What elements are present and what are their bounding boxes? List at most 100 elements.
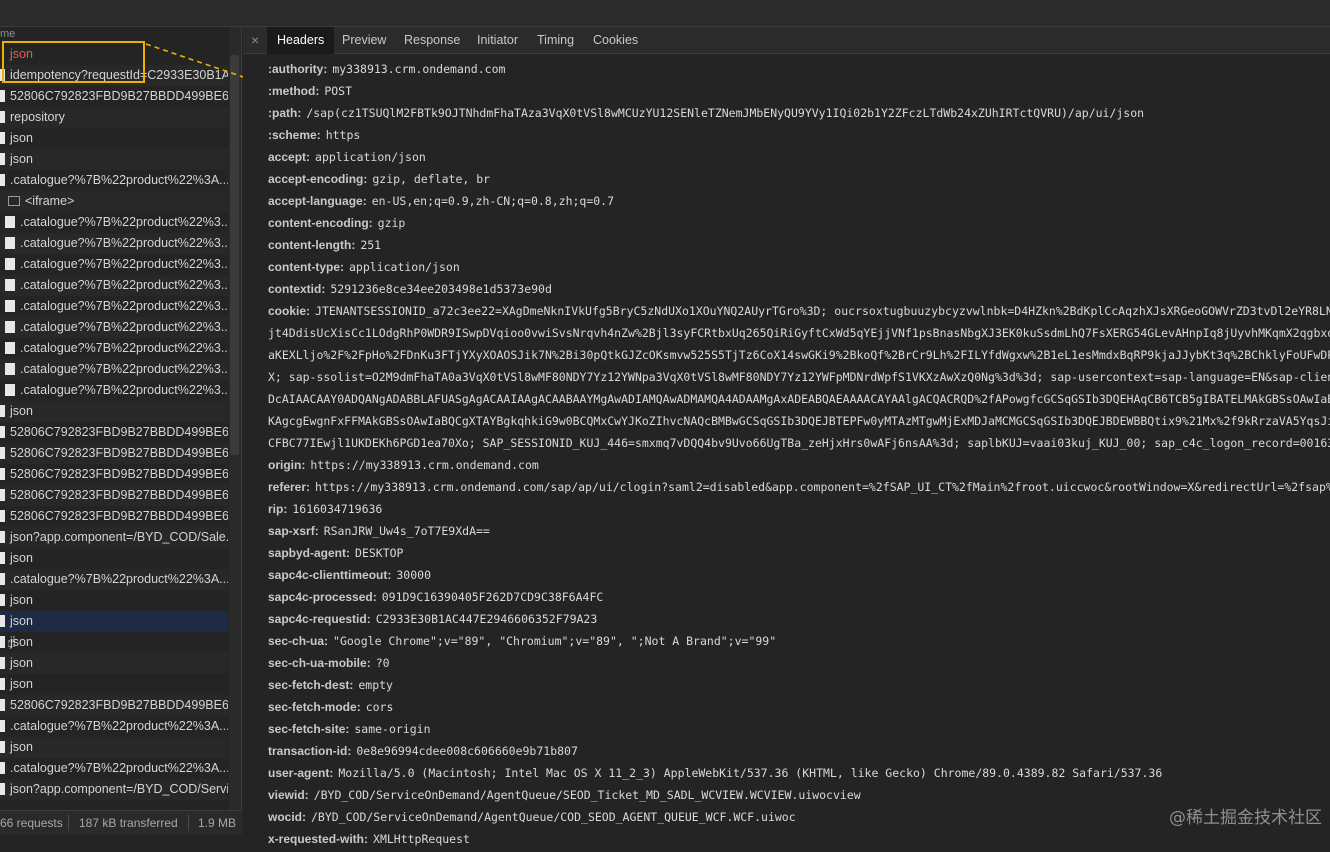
request-row[interactable]: .catalogue?%7B%22product%22%3... xyxy=(0,380,228,401)
header-row: DcAIAACAAY0ADQANgADABBLAFUASgAgACAAIAAgA… xyxy=(268,390,1330,412)
request-row[interactable]: .catalogue?%7B%22product%22%3... xyxy=(0,338,228,359)
header-row: sec-fetch-mode:cors xyxy=(268,698,1330,720)
request-name: json xyxy=(10,656,33,670)
request-row[interactable]: .catalogue?%7B%22product%22%3A... xyxy=(0,170,228,191)
file-icon xyxy=(5,342,15,354)
header-value: JTENANTSESSIONID_a72c3ee22=XAgDmeNknIVkU… xyxy=(315,304,1330,318)
header-row: :path:/sap(cz1TSUQlM2FBTk9OJTNhdmFhaTAza… xyxy=(268,104,1330,126)
request-name: .catalogue?%7B%22product%22%3A... xyxy=(10,173,228,187)
request-row[interactable]: json xyxy=(0,590,228,611)
request-name: 52806C792823FBD9B27BBDD499BE6... xyxy=(10,509,228,523)
header-key: sap-xsrf: xyxy=(268,524,319,538)
hand-cursor-icon: ☝ xyxy=(7,633,16,651)
request-row[interactable]: 52806C792823FBD9B27BBDD499BE6... xyxy=(0,485,228,506)
header-value: application/json xyxy=(349,260,460,274)
request-list-scroll-thumb[interactable] xyxy=(230,55,239,455)
header-row: contextid:5291236e8ce34ee203498e1d5373e9… xyxy=(268,280,1330,302)
request-row[interactable]: .catalogue?%7B%22product%22%3... xyxy=(0,296,228,317)
request-row[interactable]: json xyxy=(0,548,228,569)
header-value: my338913.crm.ondemand.com xyxy=(332,62,505,76)
request-row[interactable]: json xyxy=(0,401,228,422)
request-row[interactable]: json xyxy=(0,149,228,170)
header-value: gzip xyxy=(378,216,406,230)
request-row[interactable]: json xyxy=(0,674,228,695)
file-icon xyxy=(0,531,5,543)
request-row[interactable]: 52806C792823FBD9B27BBDD499BE6... xyxy=(0,464,228,485)
request-row[interactable]: .catalogue?%7B%22product%22%3... xyxy=(0,254,228,275)
header-key: cookie: xyxy=(268,304,310,318)
request-row[interactable]: 52806C792823FBD9B27BBDD499BE6... xyxy=(0,695,228,716)
header-key: :authority: xyxy=(268,62,327,76)
request-row[interactable]: <iframe> xyxy=(0,191,228,212)
header-row: aKEXLljo%2F%2FpHo%2FDnKu3FTjYXyXOAOSJik7… xyxy=(268,346,1330,368)
status-divider xyxy=(68,815,69,831)
request-row[interactable]: json xyxy=(0,128,228,149)
devtools-top-bar xyxy=(0,0,1330,27)
header-row: accept-encoding:gzip, deflate, br xyxy=(268,170,1330,192)
watermark: @稀土掘金技术社区 xyxy=(1169,803,1322,828)
header-row: sapc4c-processed:091D9C16390405F262D7CD9… xyxy=(268,588,1330,610)
header-key: content-type: xyxy=(268,260,344,274)
request-row[interactable]: json xyxy=(0,611,228,632)
file-icon xyxy=(0,90,5,102)
header-row: :scheme:https xyxy=(268,126,1330,148)
tab-headers[interactable]: Headers xyxy=(267,27,334,54)
frame-icon xyxy=(8,196,20,206)
highlight-box xyxy=(2,41,145,83)
file-icon xyxy=(5,258,15,270)
request-row[interactable]: repository xyxy=(0,107,228,128)
file-icon xyxy=(0,405,5,417)
file-icon xyxy=(0,657,5,669)
request-name: json xyxy=(10,404,33,418)
header-row: CFBC77IEwjl1UKDEKh6PGD1ea70Xo; SAP_SESSI… xyxy=(268,434,1330,456)
request-row[interactable]: 52806C792823FBD9B27BBDD499BE6... xyxy=(0,443,228,464)
tab-preview[interactable]: Preview xyxy=(332,27,396,54)
header-value: 251 xyxy=(360,238,381,252)
file-icon xyxy=(0,111,5,123)
file-icon xyxy=(0,741,5,753)
request-row[interactable]: json?app.component=/BYD_COD/Servi... xyxy=(0,779,228,800)
status-divider xyxy=(188,815,189,831)
request-name: .catalogue?%7B%22product%22%3... xyxy=(20,383,228,397)
request-row[interactable]: json xyxy=(0,653,228,674)
header-row: content-length:251 xyxy=(268,236,1330,258)
tab-response[interactable]: Response xyxy=(394,27,470,54)
request-row[interactable]: .catalogue?%7B%22product%22%3A... xyxy=(0,569,228,590)
request-row[interactable]: .catalogue?%7B%22product%22%3... xyxy=(0,359,228,380)
header-value: DESKTOP xyxy=(355,546,403,560)
request-row[interactable]: .catalogue?%7B%22product%22%3A... xyxy=(0,716,228,737)
header-row: sap-xsrf:RSanJRW_Uw4s_7oT7E9XdA== xyxy=(268,522,1330,544)
request-row[interactable]: json xyxy=(0,632,228,653)
header-key: rip: xyxy=(268,502,287,516)
request-row[interactable]: 52806C792823FBD9B27BBDD499BE6... xyxy=(0,86,228,107)
header-key: referer: xyxy=(268,480,310,494)
header-row: KAgcgEwgnFxFFMAkGBSsOAwIaBQCgXTAYBgkqhki… xyxy=(268,412,1330,434)
request-name: json xyxy=(10,593,33,607)
request-row[interactable]: .catalogue?%7B%22product%22%3A... xyxy=(0,758,228,779)
header-row: content-encoding:gzip xyxy=(268,214,1330,236)
header-row: accept:application/json xyxy=(268,148,1330,170)
request-row[interactable]: 52806C792823FBD9B27BBDD499BE6... xyxy=(0,422,228,443)
request-name: <iframe> xyxy=(25,194,74,208)
header-row: sapbyd-agent:DESKTOP xyxy=(268,544,1330,566)
header-row: :method:POST xyxy=(268,82,1330,104)
request-name: json xyxy=(10,677,33,691)
request-row[interactable]: json xyxy=(0,737,228,758)
tab-timing[interactable]: Timing xyxy=(527,27,584,54)
header-value: same-origin xyxy=(354,722,430,736)
tab-initiator[interactable]: Initiator xyxy=(467,27,528,54)
close-icon[interactable]: × xyxy=(251,32,259,48)
request-row[interactable]: .catalogue?%7B%22product%22%3... xyxy=(0,275,228,296)
request-row[interactable]: .catalogue?%7B%22product%22%3... xyxy=(0,212,228,233)
tab-cookies[interactable]: Cookies xyxy=(583,27,648,54)
request-row[interactable]: json?app.component=/BYD_COD/Sale... xyxy=(0,527,228,548)
request-row[interactable]: .catalogue?%7B%22product%22%3... xyxy=(0,317,228,338)
header-row: X; sap-ssolist=O2M9dmFhaTA0a3VqX0tVSl8wM… xyxy=(268,368,1330,390)
request-row[interactable]: .catalogue?%7B%22product%22%3... xyxy=(0,233,228,254)
header-value: /BYD_COD/ServiceOnDemand/AgentQueue/SEOD… xyxy=(314,788,861,802)
request-row[interactable]: 52806C792823FBD9B27BBDD499BE6... xyxy=(0,506,228,527)
header-key: transaction-id: xyxy=(268,744,351,758)
file-icon xyxy=(0,153,5,165)
file-icon xyxy=(0,636,5,648)
request-headers-list: :authority: my338913.crm.ondemand.com :met… xyxy=(268,60,1330,852)
